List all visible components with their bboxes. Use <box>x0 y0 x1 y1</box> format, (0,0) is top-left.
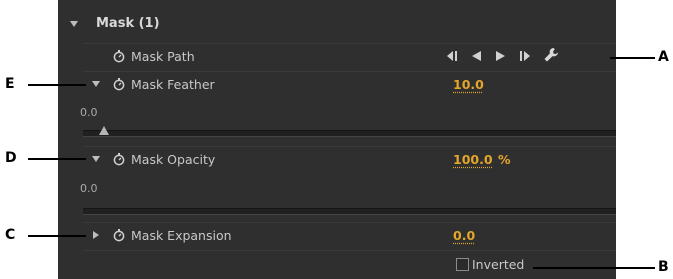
callout-d-line <box>28 158 86 160</box>
callout-d: D <box>5 150 17 166</box>
stopwatch-icon[interactable] <box>112 152 126 166</box>
mask-opacity-label: Mask Opacity <box>131 152 216 167</box>
mask-expansion-row: Mask Expansion 0.0 <box>58 222 616 248</box>
callout-a-line <box>610 57 655 59</box>
effect-controls-panel: Mask (1) Mask Path Mask Feather 10.0 0.0… <box>58 0 616 279</box>
expand-triangle-icon[interactable] <box>92 81 100 87</box>
stopwatch-icon[interactable] <box>112 49 126 63</box>
mask-feather-slider-thumb[interactable] <box>99 126 110 135</box>
mask-section-title: Mask (1) <box>96 16 160 31</box>
inverted-row: Inverted <box>58 250 616 279</box>
step-back-icon[interactable] <box>444 49 458 63</box>
play-reverse-icon[interactable] <box>469 49 483 63</box>
inverted-label: Inverted <box>472 257 525 272</box>
callout-a: A <box>658 49 669 65</box>
callout-e: E <box>5 76 15 92</box>
mask-expansion-label: Mask Expansion <box>131 228 232 243</box>
mask-feather-row: Mask Feather 10.0 <box>58 71 616 97</box>
mask-opacity-row: Mask Opacity 100.0 % <box>58 146 616 172</box>
callout-c-line <box>28 235 86 237</box>
wrench-icon[interactable] <box>543 47 559 64</box>
mask-feather-label: Mask Feather <box>131 77 215 92</box>
callout-c: C <box>5 227 16 243</box>
mask-feather-slider-track[interactable] <box>83 130 616 137</box>
mask-path-label: Mask Path <box>131 49 195 64</box>
stopwatch-icon[interactable] <box>112 228 126 242</box>
callout-b: B <box>658 259 669 275</box>
callout-e-line <box>28 84 86 86</box>
stopwatch-icon[interactable] <box>112 77 126 91</box>
mask-feather-slider-min: 0.0 <box>80 106 98 119</box>
mask-feather-value[interactable]: 10.0 <box>453 77 484 92</box>
mask-opacity-unit: % <box>498 152 511 167</box>
mask-opacity-value[interactable]: 100.0 <box>453 152 493 167</box>
inverted-checkbox[interactable] <box>456 258 469 271</box>
collapse-triangle-icon[interactable] <box>70 21 78 27</box>
step-forward-icon[interactable] <box>519 49 533 63</box>
play-forward-icon[interactable] <box>494 49 508 63</box>
mask-opacity-slider-track[interactable] <box>83 208 616 215</box>
mask-section-header[interactable]: Mask (1) <box>58 12 616 40</box>
expand-triangle-icon[interactable] <box>92 156 100 162</box>
mask-path-row: Mask Path <box>58 43 616 69</box>
collapsed-triangle-icon[interactable] <box>93 231 99 239</box>
callout-b-line <box>533 267 655 269</box>
mask-expansion-value[interactable]: 0.0 <box>453 228 475 243</box>
mask-opacity-slider-min: 0.0 <box>80 182 98 195</box>
